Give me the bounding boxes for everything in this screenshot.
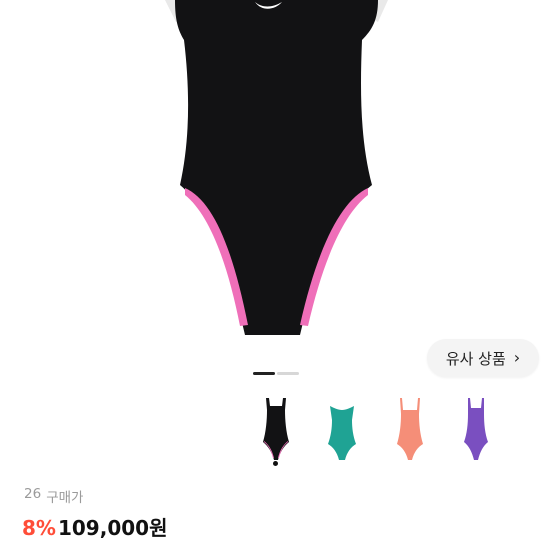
purchase-count-label: 구매가 — [46, 490, 84, 506]
thumbnail-teal[interactable] — [318, 392, 366, 464]
pager-indicator-active — [253, 372, 275, 375]
discount-rate: 8% — [22, 516, 56, 540]
chevron-right-icon: › — [513, 348, 521, 367]
swimsuit-body — [175, 0, 378, 335]
purchase-count: 26 구매가 — [24, 486, 83, 506]
purchase-count-number: 26 — [24, 486, 42, 502]
similar-products-label: 유사 상품 — [445, 349, 506, 368]
thumbnail-black-pink[interactable] — [252, 392, 300, 464]
thumbnail-coral[interactable] — [386, 392, 434, 464]
product-image[interactable] — [0, 0, 552, 368]
price-row: 8% 109,000원 — [22, 512, 167, 541]
color-thumbnails — [0, 392, 552, 472]
pager-indicator — [277, 372, 299, 375]
similar-products-button[interactable]: 유사 상품 › — [427, 339, 539, 377]
selected-thumbnail-dot — [273, 461, 278, 466]
price: 109,000원 — [57, 516, 168, 540]
thumbnail-purple[interactable] — [452, 392, 500, 464]
image-pager — [253, 372, 299, 375]
swimsuit-image — [165, 0, 388, 335]
